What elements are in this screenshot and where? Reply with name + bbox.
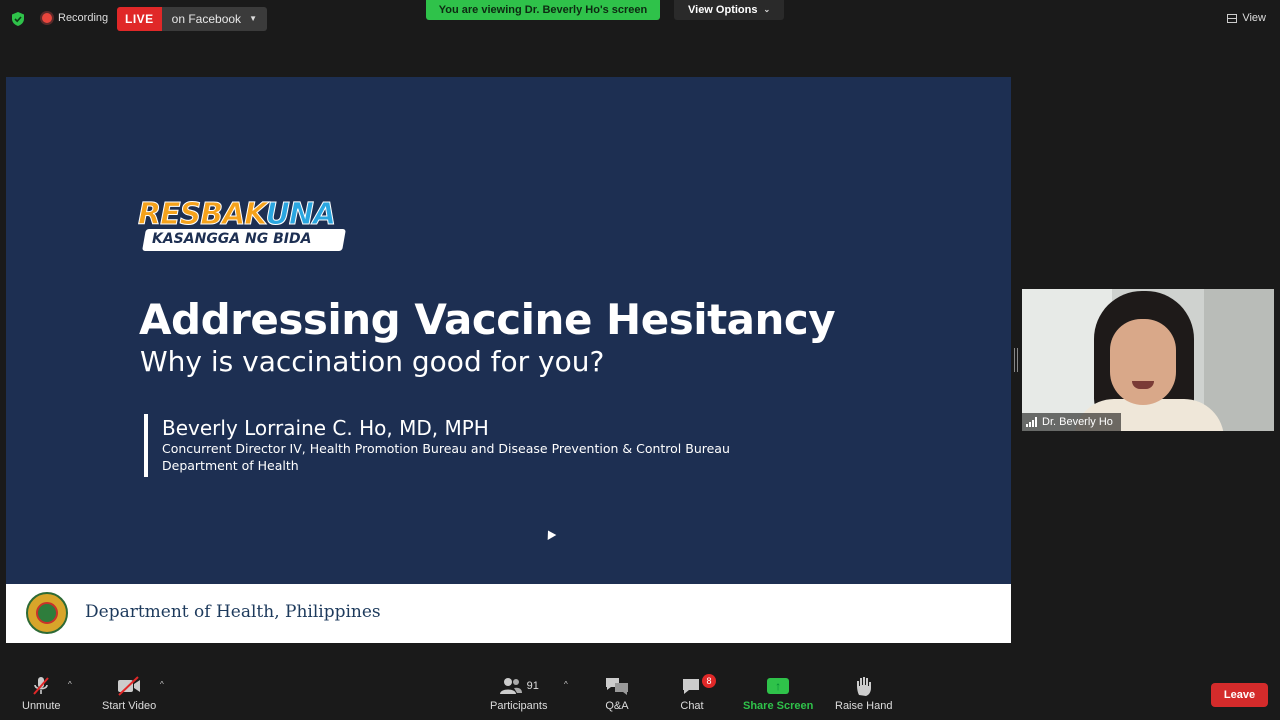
participant-video-tile[interactable]: Dr. Beverly Ho [1022,289,1274,431]
chevron-down-icon: ⌄ [763,5,771,14]
audio-options-caret-icon[interactable]: ^ [68,680,72,689]
view-options-label: View Options [688,4,758,16]
live-badge: LIVE [117,7,162,31]
slide-footer: Department of Health, Philippines [6,584,1011,643]
slide-title: Addressing Vaccine Hesitancy [139,295,836,344]
view-options-button[interactable]: View Options ⌄ [674,0,785,20]
doh-seal-icon [26,592,68,634]
presenter-department: Department of Health [162,458,299,473]
view-label: View [1242,12,1266,24]
qa-label: Q&A [605,700,629,712]
logo-text-resbak: RESBAK [137,197,266,233]
participants-label: Participants [490,700,548,712]
view-button[interactable]: View [1227,12,1266,24]
participants-options-caret-icon[interactable]: ^ [564,680,568,689]
presenter-name: Beverly Lorraine C. Ho, MD, MPH [162,416,489,440]
start-video-button[interactable]: Start Video [102,672,156,712]
participant-name-tag: Dr. Beverly Ho [1022,413,1121,431]
live-stream-control[interactable]: LIVE on Facebook ▼ [117,7,267,31]
live-destination-label: on Facebook [171,12,242,26]
slide-footer-text: Department of Health, Philippines [85,602,381,622]
start-video-label: Start Video [102,700,157,712]
chat-label: Chat [680,700,704,712]
recording-dot-icon [42,13,52,23]
viewing-screen-banner: You are viewing Dr. Beverly Ho's screen [426,0,660,20]
security-shield-icon[interactable] [10,11,26,27]
resbakuna-logo: RESBAKUNA KASANGGA NG BIDA [137,191,348,253]
leave-button[interactable]: Leave [1211,683,1268,707]
chat-bubble-icon [683,679,699,694]
live-destination-dropdown[interactable]: on Facebook ▼ [161,7,267,31]
shared-screen-slide: RESBAKUNA KASANGGA NG BIDA Addressing Va… [6,77,1011,643]
presenter-info: Beverly Lorraine C. Ho, MD, MPH Concurre… [144,414,730,477]
gallery-view-icon [1227,13,1238,23]
unmute-label: Unmute [22,700,61,712]
mouse-cursor-icon [543,528,557,540]
participants-count: 91 [526,680,539,692]
participants-button[interactable]: 91 Participants [490,672,547,712]
recording-label: Recording [58,12,109,24]
share-screen-arrow-icon: ↑ [767,678,790,694]
raise-hand-icon [856,677,871,696]
presenter-role: Concurrent Director IV, Health Promotion… [162,441,730,456]
connection-signal-icon [1026,417,1037,427]
caret-down-icon: ▼ [249,14,257,23]
raise-hand-button[interactable]: Raise Hand [835,672,892,712]
qa-button[interactable]: Q&A [604,672,630,712]
chat-button[interactable]: 8 Chat [680,672,716,712]
microphone-muted-icon [33,677,50,695]
raise-hand-label: Raise Hand [835,700,893,712]
logo-tagline: KASANGGA NG BIDA [152,231,312,247]
slide-subtitle: Why is vaccination good for you? [140,345,605,378]
share-screen-button[interactable]: ↑ Share Screen [743,672,813,712]
video-off-icon [118,676,141,696]
logo-text-una: UNA [265,197,337,233]
meeting-toolbar: Unmute ^ Start Video ^ 91 Participants ^ [0,666,1280,720]
unmute-button[interactable]: Unmute [22,672,61,712]
top-bar: Recording LIVE on Facebook ▼ You are vie… [0,0,1280,38]
share-screen-label: Share Screen [743,700,814,712]
panel-resize-handle[interactable] [1014,348,1018,372]
recording-indicator[interactable]: Recording [42,12,108,24]
chat-unread-badge: 8 [702,674,716,688]
video-options-caret-icon[interactable]: ^ [160,680,164,689]
participant-name: Dr. Beverly Ho [1042,416,1113,428]
qa-bubbles-icon [606,678,628,695]
participants-icon [499,678,522,694]
